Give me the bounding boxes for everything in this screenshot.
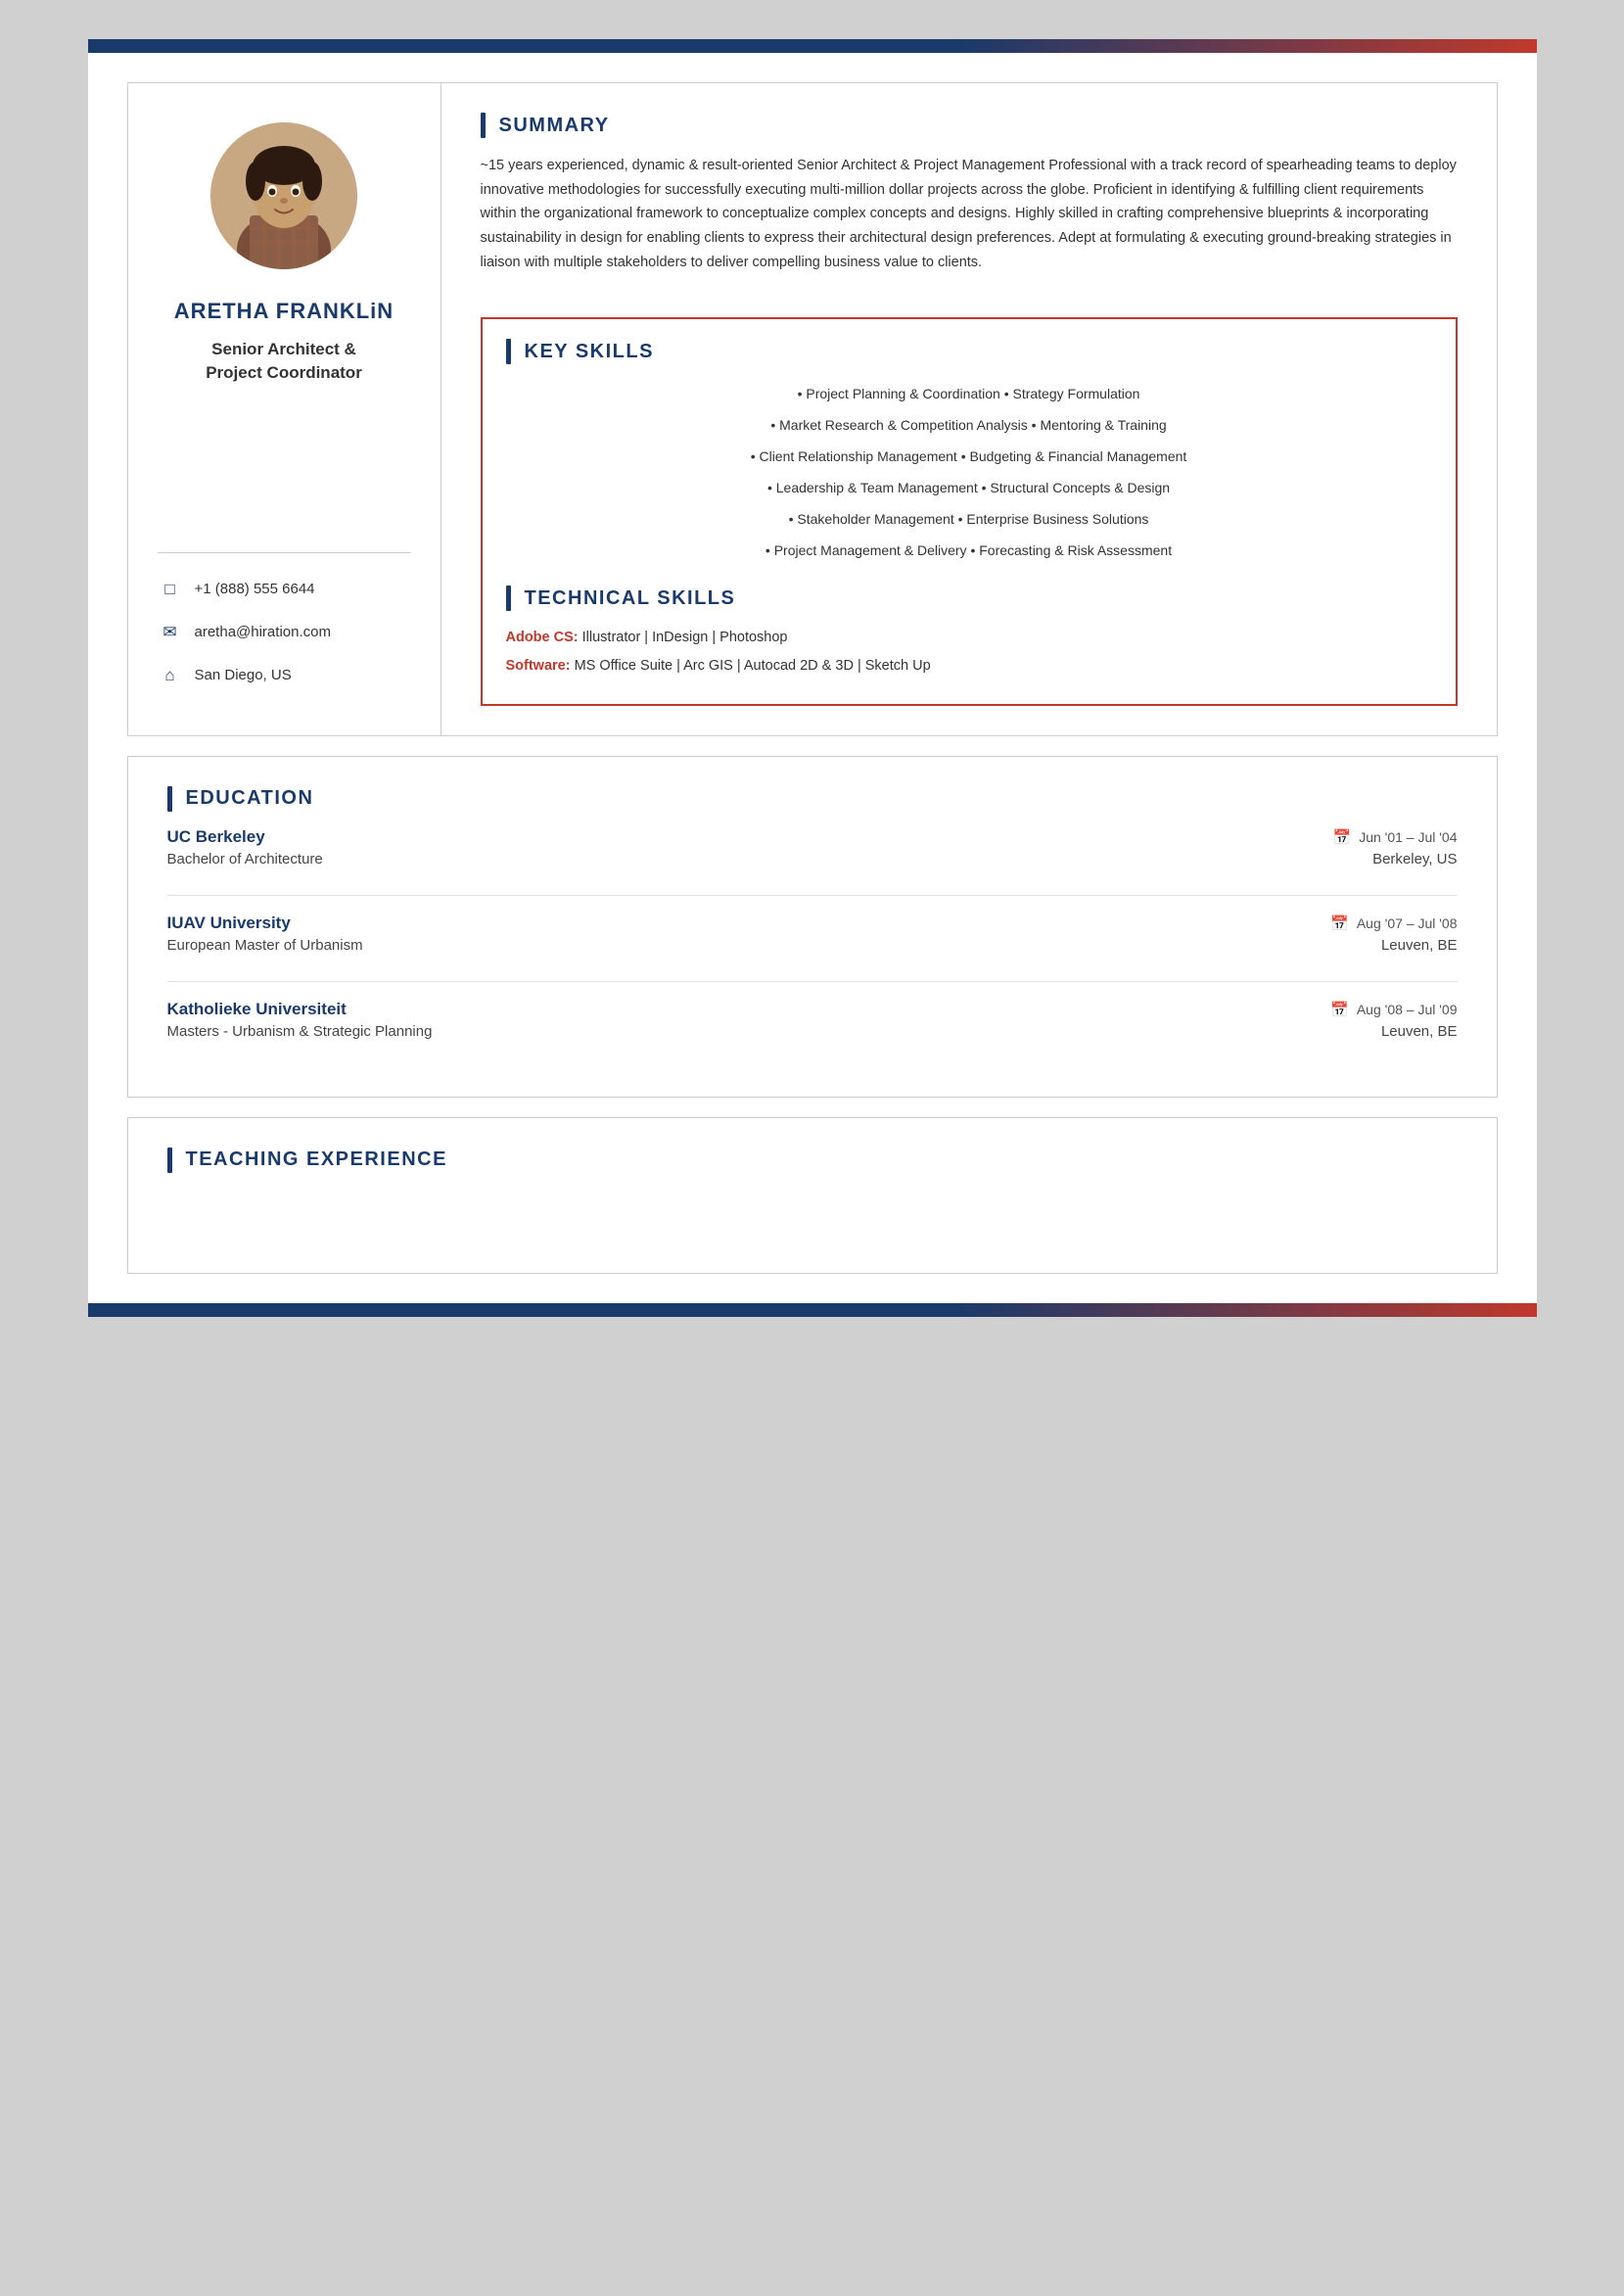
edu-entry-3: Katholieke Universiteit 📅 Aug '08 – Jul … — [167, 1000, 1458, 1040]
edu-divider-1 — [167, 895, 1458, 896]
location-text: San Diego, US — [195, 667, 292, 683]
skills-highlighted-block: KEY SKILLS • Project Planning & Coordina… — [481, 317, 1458, 705]
edu-date-1: 📅 Jun '01 – Jul '04 — [1333, 828, 1458, 846]
edu-row-2-top: IUAV University 📅 Aug '07 – Jul '08 — [167, 914, 1458, 933]
skill-item-6: • Project Management & Delivery • Foreca… — [516, 537, 1422, 564]
education-section: EDUCATION UC Berkeley 📅 Jun '01 – Jul '0… — [127, 756, 1498, 1098]
tech-skill-software: Software: MS Office Suite | Arc GIS | Au… — [506, 655, 1432, 678]
avatar-image — [210, 122, 357, 269]
avatar — [210, 122, 357, 269]
location-icon: ⌂ — [158, 663, 183, 688]
edu-date-2: 📅 Aug '07 – Jul '08 — [1330, 914, 1457, 932]
education-title: EDUCATION — [167, 786, 1458, 812]
edu-row-2-bottom: European Master of Urbanism Leuven, BE — [167, 937, 1458, 954]
tech-skills-list: Adobe CS: Illustrator | InDesign | Photo… — [506, 627, 1432, 678]
contact-list: □ +1 (888) 555 6644 ✉ aretha@hiration.co… — [158, 577, 411, 706]
summary-section: SUMMARY ~15 years experienced, dynamic &… — [481, 113, 1458, 298]
technical-skills-title: TECHNICAL SKILLS — [506, 586, 1432, 611]
summary-text: ~15 years experienced, dynamic & result-… — [481, 154, 1458, 274]
edu-date-text-3: Aug '08 – Jul '09 — [1357, 1002, 1458, 1017]
skill-item-4: • Leadership & Team Management • Structu… — [516, 474, 1422, 501]
edu-degree-1: Bachelor of Architecture — [167, 851, 323, 867]
calendar-icon-1: 📅 — [1333, 828, 1352, 846]
email-icon: ✉ — [158, 620, 183, 645]
left-panel: ARETHA FRANKLiN Senior Architect & Proje… — [128, 83, 441, 735]
person-name: ARETHA FRANKLiN — [158, 299, 411, 324]
key-skills-title: KEY SKILLS — [506, 339, 1432, 364]
key-skills-list: • Project Planning & Coordination • Stra… — [506, 380, 1432, 564]
edu-location-1: Berkeley, US — [1372, 851, 1457, 867]
edu-divider-2 — [167, 981, 1458, 982]
tech-value-software: MS Office Suite | Arc GIS | Autocad 2D &… — [575, 658, 931, 674]
contact-phone: □ +1 (888) 555 6644 — [158, 577, 411, 602]
teaching-section: TEACHING EXPERIENCE — [127, 1117, 1498, 1274]
edu-degree-3: Masters - Urbanism & Strategic Planning — [167, 1023, 433, 1040]
summary-title: SUMMARY — [481, 113, 1458, 138]
edu-institution-1: UC Berkeley — [167, 827, 265, 847]
technical-skills-section: TECHNICAL SKILLS Adobe CS: Illustrator |… — [506, 586, 1432, 678]
edu-degree-2: European Master of Urbanism — [167, 937, 363, 954]
edu-date-text-2: Aug '07 – Jul '08 — [1357, 915, 1458, 931]
skill-item-1: • Project Planning & Coordination • Stra… — [516, 380, 1422, 407]
edu-row-1-bottom: Bachelor of Architecture Berkeley, US — [167, 851, 1458, 867]
contact-divider — [158, 552, 411, 553]
contact-email: ✉ aretha@hiration.com — [158, 620, 411, 645]
edu-entry-1: UC Berkeley 📅 Jun '01 – Jul '04 Bachelor… — [167, 827, 1458, 867]
edu-institution-3: Katholieke Universiteit — [167, 1000, 347, 1019]
phone-text: +1 (888) 555 6644 — [195, 581, 315, 597]
email-text: aretha@hiration.com — [195, 624, 331, 640]
edu-location-2: Leuven, BE — [1381, 937, 1458, 954]
right-panel: SUMMARY ~15 years experienced, dynamic &… — [441, 83, 1497, 735]
teaching-title: TEACHING EXPERIENCE — [167, 1148, 1458, 1173]
skill-item-2: • Market Research & Competition Analysis… — [516, 411, 1422, 439]
bottom-accent-bar — [88, 1303, 1537, 1317]
edu-location-3: Leuven, BE — [1381, 1023, 1458, 1040]
key-skills-section: KEY SKILLS • Project Planning & Coordina… — [506, 339, 1432, 564]
edu-row-1-top: UC Berkeley 📅 Jun '01 – Jul '04 — [167, 827, 1458, 847]
skill-item-3: • Client Relationship Management • Budge… — [516, 443, 1422, 470]
edu-entry-2: IUAV University 📅 Aug '07 – Jul '08 Euro… — [167, 914, 1458, 954]
top-section: ARETHA FRANKLiN Senior Architect & Proje… — [127, 82, 1498, 736]
calendar-icon-3: 📅 — [1330, 1001, 1349, 1018]
person-title: Senior Architect & Project Coordinator — [158, 338, 411, 385]
calendar-icon-2: 📅 — [1330, 914, 1349, 932]
person-title-line2: Project Coordinator — [206, 363, 362, 382]
edu-row-3-top: Katholieke Universiteit 📅 Aug '08 – Jul … — [167, 1000, 1458, 1019]
tech-label-software: Software: — [506, 658, 571, 674]
tech-label-adobe: Adobe CS: — [506, 630, 579, 645]
tech-skill-adobe: Adobe CS: Illustrator | InDesign | Photo… — [506, 627, 1432, 649]
edu-date-text-1: Jun '01 – Jul '04 — [1359, 829, 1457, 845]
contact-location: ⌂ San Diego, US — [158, 663, 411, 688]
edu-institution-2: IUAV University — [167, 914, 291, 933]
resume-page: ARETHA FRANKLiN Senior Architect & Proje… — [88, 39, 1537, 1317]
skill-item-5: • Stakeholder Management • Enterprise Bu… — [516, 505, 1422, 533]
tech-value-adobe: Illustrator | InDesign | Photoshop — [582, 630, 788, 645]
edu-date-3: 📅 Aug '08 – Jul '09 — [1330, 1001, 1457, 1018]
person-title-line1: Senior Architect & — [211, 340, 356, 358]
edu-row-3-bottom: Masters - Urbanism & Strategic Planning … — [167, 1023, 1458, 1040]
top-accent-bar — [88, 39, 1537, 53]
phone-icon: □ — [158, 577, 183, 602]
